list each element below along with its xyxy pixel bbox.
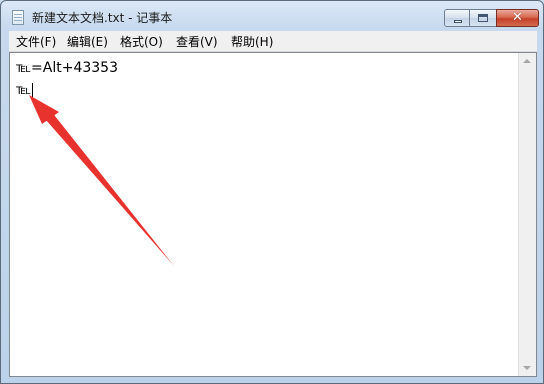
maximize-icon xyxy=(478,14,488,22)
minimize-button[interactable] xyxy=(444,9,470,27)
menu-help[interactable]: 帮助(H) xyxy=(231,33,273,50)
text-editor[interactable]: ℡=Alt+43353 ℡ xyxy=(9,52,537,377)
editor-line-2-text: ℡ xyxy=(16,82,32,98)
title-bar[interactable]: 新建文本文档.txt - 记事本 ✕ xyxy=(1,1,544,31)
notepad-icon xyxy=(12,10,24,25)
menu-file[interactable]: 文件(F) xyxy=(16,33,56,50)
scroll-up-icon[interactable] xyxy=(523,59,531,63)
window-controls: ✕ xyxy=(444,9,539,27)
menu-edit[interactable]: 编辑(E) xyxy=(67,33,108,50)
menu-bar: 文件(F) 编辑(E) 格式(O) 查看(V) 帮助(H) xyxy=(9,31,537,52)
close-button[interactable]: ✕ xyxy=(496,9,539,27)
vertical-scrollbar[interactable] xyxy=(518,53,536,376)
notepad-window: 新建文本文档.txt - 记事本 ✕ 文件(F) 编辑(E) 格式(O) 查看(… xyxy=(0,0,544,384)
window-title: 新建文本文档.txt - 记事本 xyxy=(32,11,173,25)
minimize-icon xyxy=(454,20,462,23)
editor-content[interactable]: ℡=Alt+43353 ℡ xyxy=(16,57,118,101)
menu-format[interactable]: 格式(O) xyxy=(120,33,163,50)
menu-view[interactable]: 查看(V) xyxy=(176,33,218,50)
scroll-down-icon[interactable] xyxy=(523,366,531,370)
maximize-button[interactable] xyxy=(470,9,496,27)
editor-line-2: ℡ xyxy=(16,79,118,101)
text-caret xyxy=(32,82,34,98)
close-icon: ✕ xyxy=(512,10,523,25)
editor-line-1: ℡=Alt+43353 xyxy=(16,60,118,76)
